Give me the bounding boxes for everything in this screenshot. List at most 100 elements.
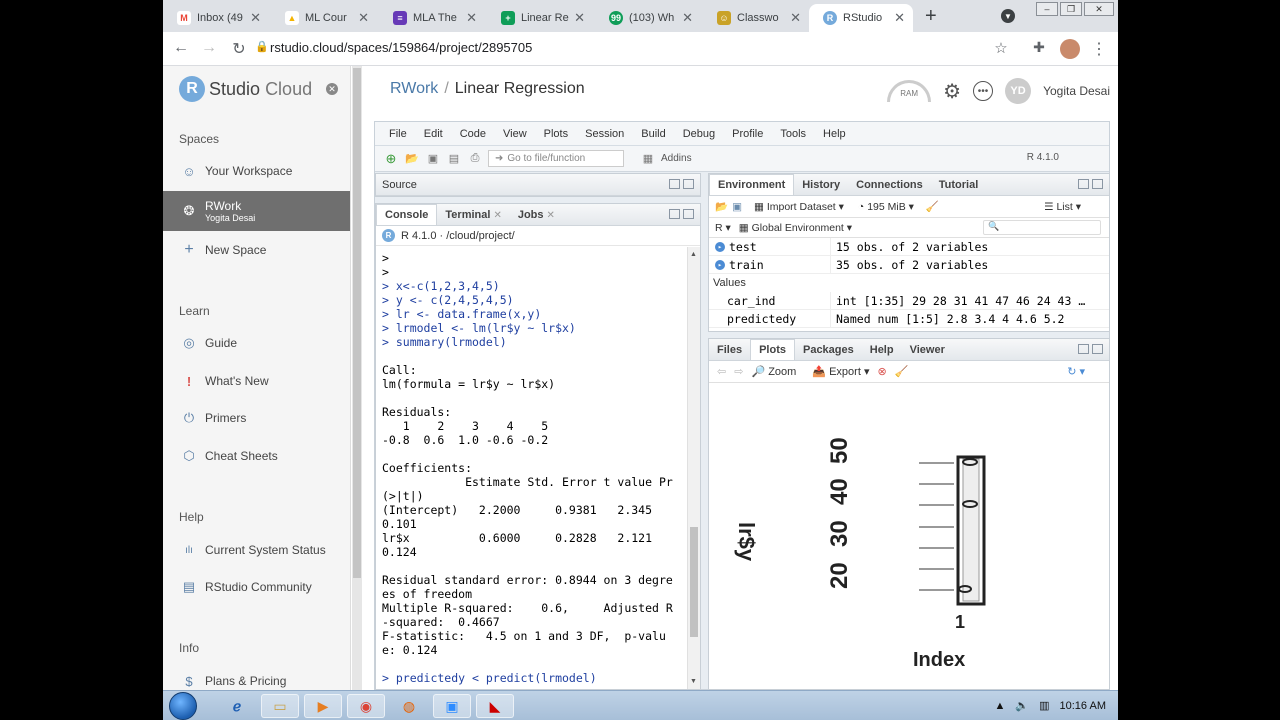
tab-forms[interactable]: ≡ MLA The ✕ bbox=[379, 4, 485, 32]
clock[interactable]: 10:16 AM bbox=[1060, 700, 1106, 712]
tray-arrow-icon[interactable]: ▲ bbox=[995, 700, 1006, 712]
env-value-row[interactable]: predictedy Named num [1:5] 2.8 3.4 4 4.6… bbox=[709, 310, 1109, 328]
language-select[interactable]: R ▾ bbox=[715, 222, 731, 234]
menu-edit[interactable]: Edit bbox=[424, 128, 443, 140]
scrollbar-thumb[interactable] bbox=[690, 527, 698, 637]
media-player-icon[interactable]: ▶ bbox=[304, 694, 342, 718]
tab-console[interactable]: Console bbox=[376, 204, 438, 225]
tab-classroom[interactable]: ☺ Classwo ✕ bbox=[703, 4, 809, 32]
next-plot-icon[interactable]: ⇨ bbox=[734, 365, 743, 378]
menu-plots[interactable]: Plots bbox=[544, 128, 568, 140]
menu-help[interactable]: Help bbox=[823, 128, 846, 140]
maximize-button[interactable]: ❐ bbox=[1060, 2, 1082, 16]
tab-viewer[interactable]: Viewer bbox=[902, 340, 953, 360]
sidebar-item-rwork[interactable]: ❂ RWork Yogita Desai bbox=[163, 191, 350, 231]
gear-icon[interactable]: ⚙ bbox=[943, 79, 961, 104]
close-icon[interactable]: ✕ bbox=[466, 10, 477, 26]
tab-connections[interactable]: Connections bbox=[848, 175, 931, 195]
tab-gmail[interactable]: M Inbox (49 ✕ bbox=[163, 4, 269, 32]
url-field[interactable]: rstudio.cloud/spaces/159864/project/2895… bbox=[270, 40, 532, 55]
console-scrollbar[interactable]: ▲ ▼ bbox=[687, 247, 700, 689]
breadcrumb-space-link[interactable]: RWork bbox=[390, 80, 438, 97]
memory-usage[interactable]: ◔ 195 MiB ▾ bbox=[858, 201, 914, 213]
close-icon[interactable]: ✕ bbox=[574, 10, 585, 26]
grid-icon[interactable]: ▦ bbox=[640, 152, 656, 166]
scrollbar-thumb[interactable] bbox=[353, 68, 361, 578]
sidebar-item-primers[interactable]: ⏻ Primers bbox=[163, 403, 350, 433]
tab-drive[interactable]: ▲ ML Cour ✕ bbox=[271, 4, 377, 32]
volume-icon[interactable]: 🔈 bbox=[1015, 699, 1029, 712]
tab-help[interactable]: Help bbox=[862, 340, 902, 360]
broom-icon[interactable]: 🧹 bbox=[926, 200, 939, 213]
menu-debug[interactable]: Debug bbox=[683, 128, 715, 140]
minimize-pane-icon[interactable] bbox=[669, 209, 680, 219]
user-name[interactable]: Yogita Desai bbox=[1043, 84, 1110, 98]
back-icon[interactable]: ← bbox=[171, 39, 191, 57]
sidebar-item-community[interactable]: ▤ RStudio Community bbox=[163, 572, 350, 602]
list-view-toggle[interactable]: ☰ List ▾ bbox=[1044, 201, 1081, 213]
network-icon[interactable]: ▥ bbox=[1039, 699, 1049, 712]
expand-icon[interactable]: ▸ bbox=[715, 259, 725, 270]
menu-file[interactable]: File bbox=[389, 128, 407, 140]
tab-plots[interactable]: Plots bbox=[750, 339, 795, 360]
minimize-button[interactable]: – bbox=[1036, 2, 1058, 16]
close-icon[interactable]: ✕ bbox=[547, 210, 555, 221]
menu-dots-icon[interactable]: ⋮ bbox=[1089, 39, 1109, 59]
tab-jobs[interactable]: Jobs ✕ bbox=[510, 205, 563, 225]
sidebar-item-your-workspace[interactable]: ☺ Your Workspace bbox=[163, 156, 350, 186]
reload-icon[interactable]: ↻ bbox=[229, 39, 249, 59]
close-icon[interactable]: ✕ bbox=[250, 10, 261, 26]
tab-terminal[interactable]: Terminal ✕ bbox=[437, 205, 509, 225]
sidebar-scrollbar[interactable] bbox=[352, 66, 362, 690]
more-options-icon[interactable]: ••• bbox=[973, 81, 994, 101]
minimize-pane-icon[interactable] bbox=[669, 179, 680, 189]
forward-icon[interactable]: → bbox=[199, 39, 219, 57]
menu-profile[interactable]: Profile bbox=[732, 128, 763, 140]
new-file-icon[interactable]: ⊕ bbox=[383, 151, 399, 166]
prev-plot-icon[interactable]: ⇦ bbox=[717, 365, 726, 378]
maximize-pane-icon[interactable] bbox=[1092, 179, 1103, 189]
save-all-icon[interactable]: ▤ bbox=[446, 152, 462, 166]
remove-plot-icon[interactable]: ⊗ bbox=[877, 365, 886, 378]
maximize-pane-icon[interactable] bbox=[1092, 344, 1103, 354]
menu-view[interactable]: View bbox=[503, 128, 527, 140]
env-data-row[interactable]: ▸ train 35 obs. of 2 variables bbox=[709, 256, 1109, 274]
minimize-pane-icon[interactable] bbox=[1078, 179, 1089, 189]
sidebar-item-system-status[interactable]: ılı Current System Status bbox=[163, 535, 350, 565]
tab-tutorial[interactable]: Tutorial bbox=[931, 175, 987, 195]
tab-environment[interactable]: Environment bbox=[709, 174, 795, 195]
scroll-down-icon[interactable]: ▼ bbox=[690, 678, 697, 685]
start-button[interactable] bbox=[169, 692, 197, 720]
export-button[interactable]: 📤 Export ▾ bbox=[812, 365, 869, 378]
close-icon[interactable]: ✕ bbox=[790, 10, 801, 26]
close-icon[interactable]: ✕ bbox=[682, 10, 693, 26]
sidebar-item-plans-pricing[interactable]: $ Plans & Pricing bbox=[163, 666, 350, 690]
maximize-pane-icon[interactable] bbox=[683, 179, 694, 189]
window-close-button[interactable]: ✕ bbox=[1084, 2, 1114, 16]
profile-avatar[interactable] bbox=[1060, 39, 1080, 59]
extensions-icon[interactable]: ✚ bbox=[1029, 39, 1049, 56]
close-icon[interactable]: ✕ bbox=[894, 10, 905, 26]
close-sidebar-icon[interactable]: ✕ bbox=[326, 83, 338, 95]
menu-code[interactable]: Code bbox=[460, 128, 486, 140]
zoom-app-icon[interactable]: ▣ bbox=[433, 694, 471, 718]
save-icon[interactable]: ▣ bbox=[732, 201, 742, 213]
ie-icon[interactable]: ℯ bbox=[218, 694, 256, 718]
source-tab[interactable]: Source bbox=[382, 179, 417, 191]
env-value-row[interactable]: car_ind int [1:35] 29 28 31 41 47 46 24 … bbox=[709, 292, 1109, 310]
print-icon[interactable]: ⎙ bbox=[467, 152, 483, 166]
menu-build[interactable]: Build bbox=[641, 128, 665, 140]
sidebar-item-whats-new[interactable]: ! What's New bbox=[163, 366, 350, 396]
env-data-row[interactable]: ▸ test 15 obs. of 2 variables bbox=[709, 238, 1109, 256]
tab-packages[interactable]: Packages bbox=[795, 340, 862, 360]
firefox-icon[interactable]: ◍ bbox=[390, 694, 428, 718]
publish-icon[interactable]: ↻ ▾ bbox=[1067, 365, 1085, 378]
minimize-pane-icon[interactable] bbox=[1078, 344, 1089, 354]
maximize-pane-icon[interactable] bbox=[683, 209, 694, 219]
sidebar-item-guide[interactable]: ◎ Guide bbox=[163, 328, 350, 358]
close-icon[interactable]: ✕ bbox=[358, 10, 369, 26]
tab-youtube[interactable]: 99 (103) Wh ✕ bbox=[595, 4, 701, 32]
addins-menu[interactable]: Addins bbox=[661, 153, 692, 164]
r-version-menu[interactable]: R 4.1.0 bbox=[1027, 152, 1059, 163]
acrobat-icon[interactable]: ◣ bbox=[476, 694, 514, 718]
